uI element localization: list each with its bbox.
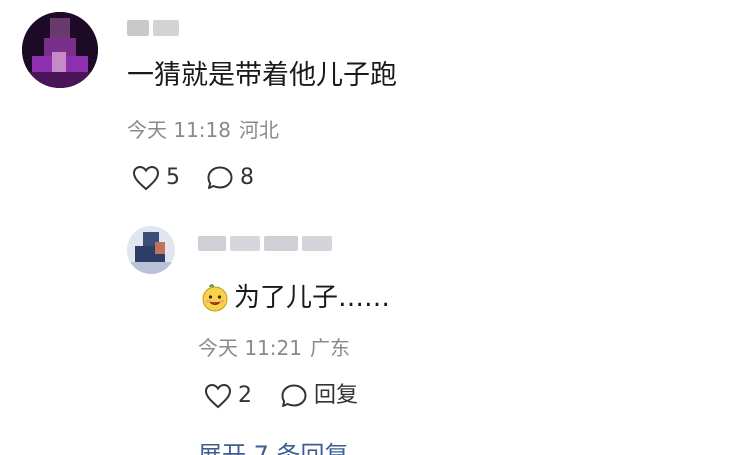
comment-meta: 今天 11:18 河北 — [127, 116, 279, 144]
reply-text: 为了儿子…… — [200, 278, 390, 318]
username[interactable] — [127, 14, 187, 42]
reply-button[interactable]: 8 — [206, 164, 254, 192]
heart-icon — [132, 165, 160, 191]
reply-location: 广东 — [310, 336, 350, 360]
speech-bubble-icon — [207, 166, 233, 189]
heart-icon — [204, 383, 232, 409]
reply-button[interactable]: 回复 — [280, 382, 358, 410]
avatar[interactable] — [127, 226, 175, 274]
reply-count: 8 — [240, 165, 254, 190]
comment-time: 今天 11:18 — [127, 118, 231, 142]
comment-text: 一猜就是带着他儿子跑 — [127, 60, 397, 91]
like-count: 5 — [166, 165, 180, 190]
username[interactable] — [198, 230, 338, 258]
like-count: 2 — [238, 383, 252, 408]
expand-replies-link[interactable]: 展开 7 条回复 — [198, 440, 349, 455]
comment-location: 河北 — [239, 118, 279, 142]
avatar[interactable] — [22, 12, 98, 88]
reply-meta: 今天 11:21 广东 — [198, 334, 350, 362]
speech-bubble-icon — [281, 384, 307, 407]
comment-thread: 一猜就是带着他儿子跑 今天 11:18 河北 5 8 为了儿子…… 今天 11:… — [0, 0, 756, 455]
reply-time: 今天 11:21 — [198, 336, 302, 360]
reply-label: 回复 — [314, 383, 359, 408]
reply-text-content: 为了儿子…… — [234, 283, 391, 313]
like-button[interactable]: 5 — [132, 164, 180, 192]
like-button[interactable]: 2 — [204, 382, 252, 410]
sweat-smile-emoji-icon — [202, 284, 228, 312]
